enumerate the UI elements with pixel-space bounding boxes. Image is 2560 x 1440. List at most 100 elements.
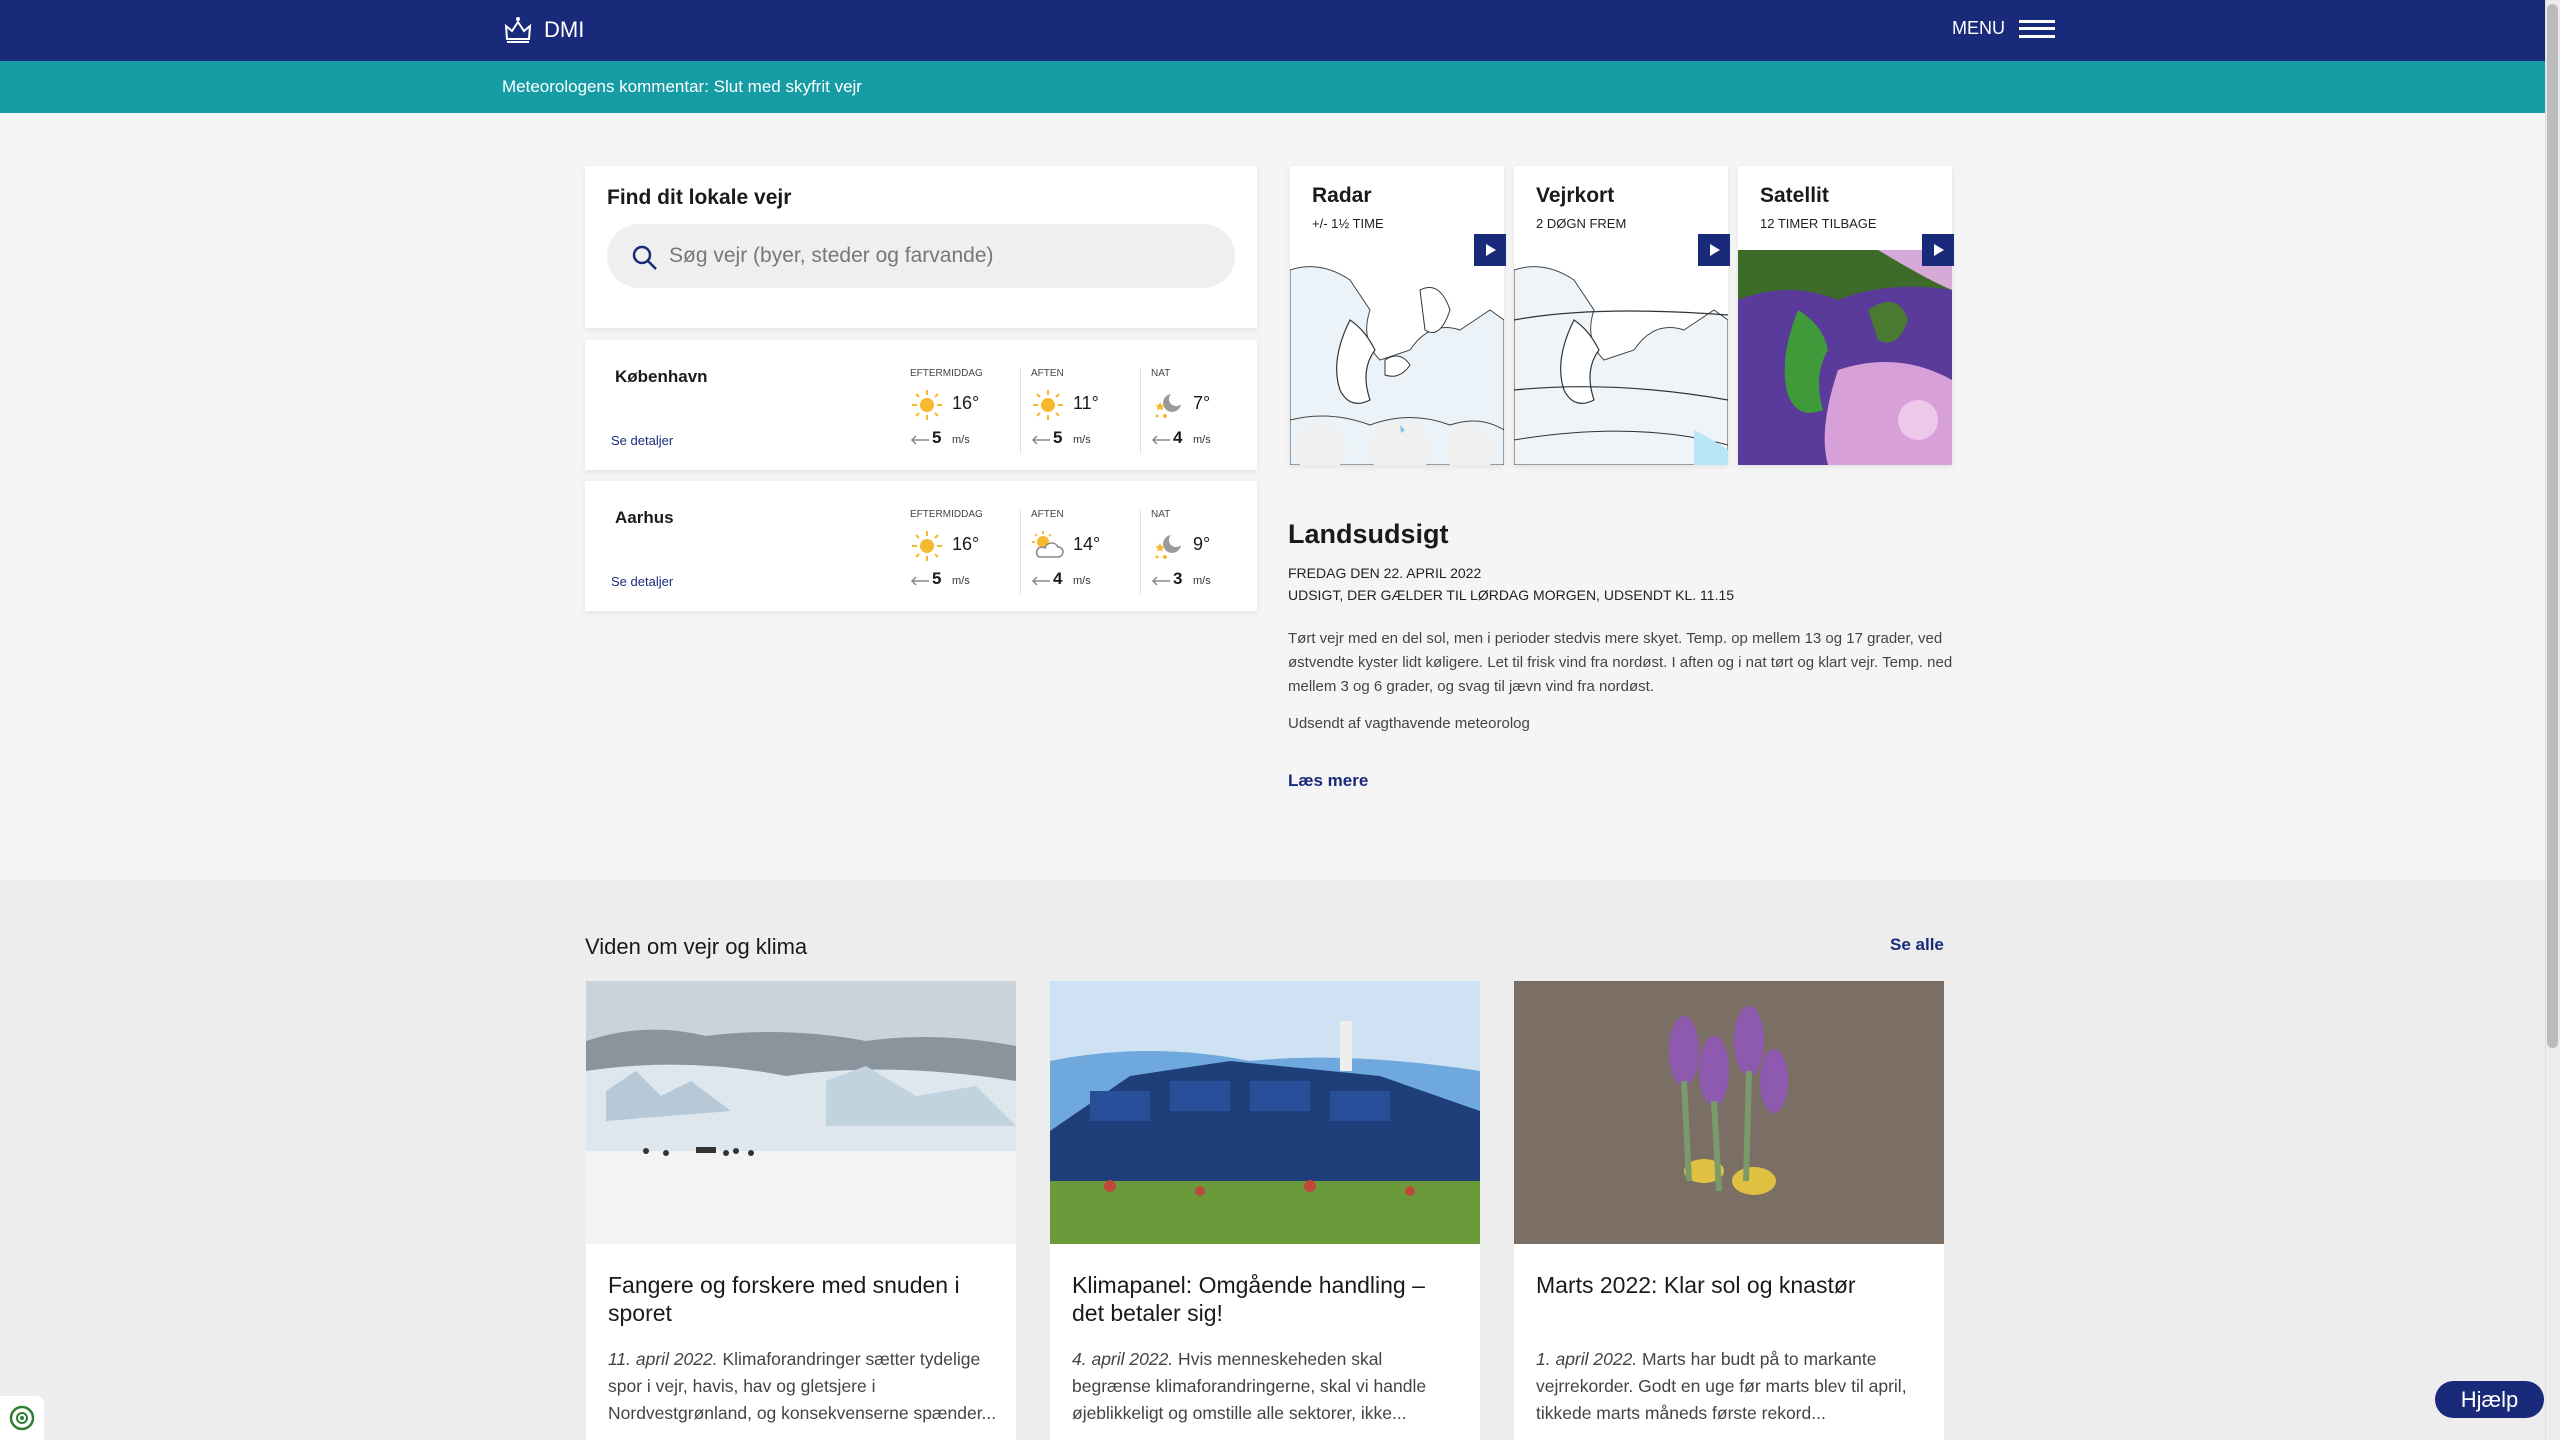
article-text: 1. april 2022. Marts har budt på to mark… <box>1536 1346 1926 1427</box>
scrollbar-thumb[interactable] <box>2547 4 2558 1048</box>
forecast-subtitle: UDSIGT, DER GÆLDER TIL LØRDAG MORGEN, UD… <box>1288 587 1735 603</box>
city-name[interactable]: Aarhus <box>615 508 674 528</box>
article-title[interactable]: Fangere og forskere med snuden i sporet <box>608 1271 988 1327</box>
play-icon[interactable] <box>1474 234 1506 266</box>
temperature: 16° <box>952 393 980 413</box>
forecast-period: EFTERMIDDAG 16° 5 m/s <box>900 509 1020 595</box>
period-label: AFTEN <box>1031 509 1064 520</box>
logo-text: DMI <box>544 17 585 42</box>
wind-direction-icon <box>1031 576 1050 586</box>
map-subtitle: 2 DØGN FREM <box>1536 216 1627 231</box>
radar-map-card[interactable]: Radar +/- 1½ TIME <box>1290 166 1506 465</box>
sun-icon <box>912 531 942 561</box>
wind-unit: m/s <box>952 575 970 587</box>
map-title: Radar <box>1312 184 1372 207</box>
meteorologist-comment-bar: Meteorologens kommentar: Slut med skyfri… <box>0 61 2545 113</box>
period-label: AFTEN <box>1031 368 1064 379</box>
menu-label: MENU <box>1952 18 2005 38</box>
article-title[interactable]: Marts 2022: Klar sol og knastør <box>1536 1271 1916 1299</box>
weather-map-image <box>1514 250 1728 465</box>
forecast-period: NAT 9° 3 m/s <box>1140 509 1260 595</box>
sun-icon <box>912 390 942 420</box>
satellite-image <box>1738 250 1952 465</box>
article-card[interactable]: Fangere og forskere med snuden i sporet … <box>586 981 1016 1440</box>
forecast-text: Tørt vejr med en del sol, men i perioder… <box>1288 630 1953 695</box>
meteorologist-comment-link[interactable]: Meteorologens kommentar: Slut med skyfri… <box>502 77 862 97</box>
partly-cloudy-icon <box>1032 531 1064 558</box>
article-card[interactable]: Marts 2022: Klar sol og knastør 1. april… <box>1514 981 1944 1440</box>
wind-direction-icon <box>910 576 929 586</box>
moon-stars-icon <box>1155 394 1181 418</box>
temperature: 7° <box>1193 393 1211 413</box>
forecast-title: Landsudsigt <box>1288 519 1449 549</box>
temperature: 14° <box>1073 534 1101 554</box>
weather-map-card[interactable]: Vejrkort 2 DØGN FREM <box>1514 166 1730 465</box>
article-text: 11. april 2022. Klimaforandringer sætter… <box>608 1346 998 1427</box>
details-link[interactable]: Se detaljer <box>611 433 673 448</box>
map-subtitle: 12 TIMER TILBAGE <box>1760 216 1877 231</box>
city-name[interactable]: København <box>615 367 708 387</box>
wind-speed: 3 <box>1173 569 1183 588</box>
wind-speed: 5 <box>932 569 942 588</box>
cookie-settings-icon <box>9 1405 35 1431</box>
play-icon[interactable] <box>1698 234 1730 266</box>
period-label: NAT <box>1151 509 1171 520</box>
wind-unit: m/s <box>1073 434 1091 446</box>
dmi-logo[interactable]: DMI <box>502 14 584 46</box>
wind-direction-icon <box>1151 576 1170 586</box>
wind-direction-icon <box>1151 435 1170 445</box>
moon-stars-icon <box>1155 535 1181 559</box>
read-more-link[interactable]: Læs mere <box>1288 771 1368 791</box>
wind-speed: 4 <box>1053 569 1063 588</box>
radar-map-image <box>1290 250 1504 465</box>
wind-unit: m/s <box>1193 434 1211 446</box>
article-date: 1. april 2022. <box>1536 1349 1638 1369</box>
menu-button[interactable]: MENU <box>1952 18 2055 39</box>
search-icon <box>632 245 657 270</box>
article-title[interactable]: Klimapanel: Omgående handling – det beta… <box>1072 1271 1452 1327</box>
article-card[interactable]: Klimapanel: Omgående handling – det beta… <box>1050 981 1480 1440</box>
see-all-link[interactable]: Se alle <box>1890 935 1944 955</box>
local-weather-search-card: Find dit lokale vejr <box>585 166 1257 328</box>
crown-icon <box>504 17 532 43</box>
wind-direction-icon <box>1031 435 1050 445</box>
period-label: NAT <box>1151 368 1171 379</box>
map-title: Vejrkort <box>1536 184 1615 207</box>
map-title: Satellit <box>1760 184 1829 207</box>
article-text: 4. april 2022. Hvis menneskeheden skal b… <box>1072 1346 1462 1427</box>
forecast-period: AFTEN 11° 5 m/s <box>1020 368 1140 454</box>
help-button[interactable]: Hjælp <box>2435 1381 2544 1418</box>
knowledge-title: Viden om vejr og klima <box>585 934 808 959</box>
city-card-aarhus[interactable]: Aarhus Se detaljer EFTERMIDDAG 16° 5 m/s… <box>585 481 1257 611</box>
wind-unit: m/s <box>952 434 970 446</box>
period-label: EFTERMIDDAG <box>910 509 983 520</box>
city-card-kobenhavn[interactable]: København Se detaljer EFTERMIDDAG 16° 5 … <box>585 340 1257 470</box>
temperature: 11° <box>1073 393 1099 413</box>
forecast-author: Udsendt af vagthavende meteorolog <box>1288 715 1530 732</box>
forecast-period: NAT 7° 4 m/s <box>1140 368 1260 454</box>
temperature: 9° <box>1193 534 1211 554</box>
search-title: Find dit lokale vejr <box>607 186 792 209</box>
forecast-period: AFTEN 14° 4 m/s <box>1020 509 1140 595</box>
wind-speed: 5 <box>932 428 942 447</box>
forecast-period: EFTERMIDDAG 16° 5 m/s <box>900 368 1020 454</box>
wind-speed: 4 <box>1173 428 1183 447</box>
temperature: 16° <box>952 534 980 554</box>
wind-unit: m/s <box>1073 575 1091 587</box>
article-image <box>1050 981 1480 1244</box>
search-input[interactable] <box>669 224 1219 288</box>
wind-speed: 5 <box>1053 428 1063 447</box>
cookie-settings-button[interactable] <box>0 1396 44 1440</box>
satellite-map-card[interactable]: Satellit 12 TIMER TILBAGE <box>1738 166 1954 465</box>
article-date: 11. april 2022. <box>608 1349 718 1369</box>
top-navigation-bar: DMI MENU <box>0 0 2545 61</box>
article-date: 4. april 2022. <box>1072 1349 1174 1369</box>
period-label: EFTERMIDDAG <box>910 368 983 379</box>
play-icon[interactable] <box>1922 234 1954 266</box>
details-link[interactable]: Se detaljer <box>611 574 673 589</box>
wind-direction-icon <box>910 435 929 445</box>
wind-unit: m/s <box>1193 575 1211 587</box>
map-subtitle: +/- 1½ TIME <box>1312 216 1384 231</box>
article-image <box>586 981 1016 1244</box>
search-box[interactable] <box>607 224 1235 288</box>
